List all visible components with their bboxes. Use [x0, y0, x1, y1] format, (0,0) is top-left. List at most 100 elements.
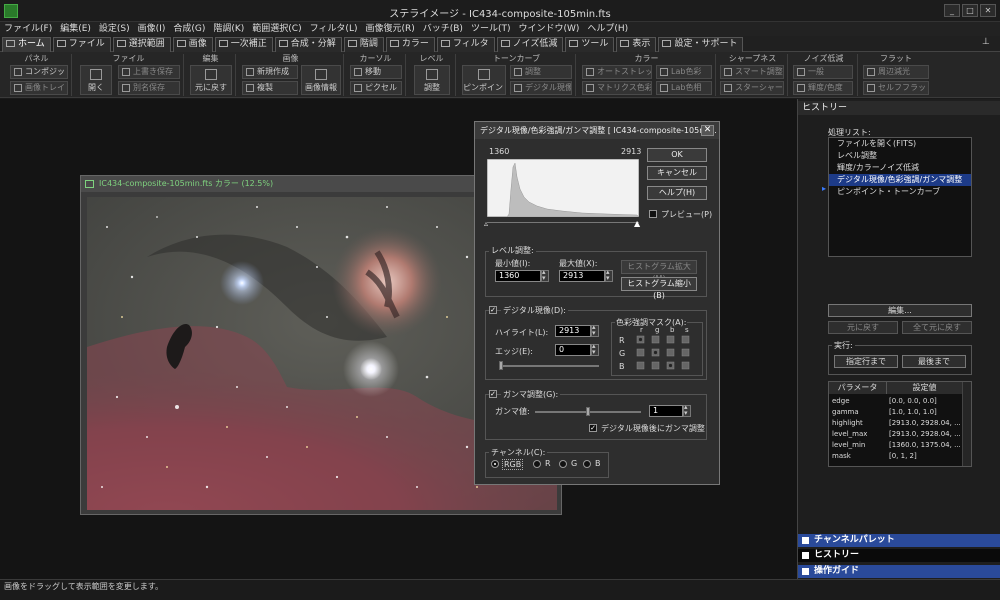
pixel-button[interactable]: ピクセル [350, 81, 402, 95]
max-input[interactable]: 2913 [559, 270, 605, 282]
duplicate-button[interactable]: 複製 [242, 81, 298, 95]
noise-general-button[interactable]: 一般 [793, 65, 853, 79]
menu-file[interactable]: ファイル(F) [0, 22, 56, 36]
min-handle-icon[interactable]: ▵ [484, 219, 488, 228]
menu-filter[interactable]: フィルタ(L) [306, 22, 362, 36]
list-item[interactable]: 輝度/カラーノイズ低減 [829, 162, 971, 174]
preview-checkbox[interactable] [649, 210, 657, 218]
min-input[interactable]: 1360 [495, 270, 541, 282]
table-row[interactable]: level_max [2913.0, 2928.04, ... [829, 429, 963, 440]
histogram[interactable] [487, 159, 639, 217]
pinpoint-button[interactable]: ピンポイント [462, 65, 506, 95]
max-handle-icon[interactable]: ▲ [634, 219, 640, 228]
menu-selection[interactable]: 範囲選択(C) [248, 22, 305, 36]
channel-b-radio[interactable] [583, 460, 591, 468]
tab-settings-support[interactable]: 設定・サポート [658, 37, 744, 52]
tab-noise[interactable]: ノイズ低減 [496, 37, 564, 52]
self-flat-button[interactable]: セルフフラット [863, 81, 929, 95]
tab-file[interactable]: ファイル [52, 37, 111, 52]
tab-tone[interactable]: 階調 [343, 37, 384, 52]
auto-stretch-button[interactable]: オートストレッチ [582, 65, 652, 79]
table-row[interactable]: highlight [2913.0, 2928.04, ... [829, 418, 963, 429]
menu-batch[interactable]: バッチ(B) [419, 22, 467, 36]
tab-tools[interactable]: ツール [565, 37, 615, 52]
minimize-button[interactable]: _ [944, 4, 960, 17]
run-to-line-button[interactable]: 指定行まで [834, 355, 898, 368]
parameter-table[interactable]: パラメータ 設定値 edge [0.0, 0.0, 0.0] gamma [1.0,… [828, 381, 972, 467]
save-as-button[interactable]: 別名保存 [118, 81, 180, 95]
list-item[interactable]: ファイルを開く(FITS) [829, 138, 971, 150]
gamma-slider-thumb[interactable] [586, 407, 590, 416]
overwrite-save-button[interactable]: 上書き保存 [118, 65, 180, 79]
gamma-spinner[interactable] [683, 403, 691, 417]
table-row[interactable]: level_min [1360.0, 1375.04, ... [829, 440, 963, 451]
open-button[interactable]: 開く [80, 65, 112, 95]
hist-expand-button[interactable]: ヒストグラム拡大(M) [621, 260, 697, 283]
star-sharp-button[interactable]: スターシャープ [720, 81, 784, 95]
column-header[interactable]: 設定値 [887, 382, 963, 394]
pin-icon[interactable]: ⊥ [982, 37, 990, 47]
tab-selection[interactable]: 選択範囲 [112, 37, 171, 52]
undo-all-button[interactable]: 全て元に戻す [902, 321, 972, 334]
color-mask-grid[interactable] [635, 334, 699, 374]
menu-image[interactable]: 画像(I) [134, 22, 170, 36]
image-tray-button[interactable]: 画像トレイ [10, 81, 68, 95]
channel-g-radio[interactable] [559, 460, 567, 468]
gamma-after-checkbox[interactable]: ✓ [589, 424, 597, 432]
table-scrollbar[interactable] [962, 382, 971, 466]
table-row[interactable]: gamma [1.0, 1.0, 1.0] [829, 407, 963, 418]
digital-development-dialog[interactable]: デジタル現像/色彩強調/ガンマ調整 [ IC434-composite-105m… [474, 121, 720, 485]
edge-input[interactable]: 0 [555, 344, 591, 356]
menu-edit[interactable]: 編集(E) [56, 22, 95, 36]
min-spinner[interactable] [541, 268, 549, 282]
matrix-color-button[interactable]: マトリクス色彩 [582, 81, 652, 95]
dialog-close-icon[interactable]: ✕ [701, 125, 714, 136]
channel-r-radio[interactable] [533, 460, 541, 468]
tab-composite[interactable]: 合成・分解 [274, 37, 342, 52]
vignette-button[interactable]: 周辺減光 [863, 65, 929, 79]
menu-tools[interactable]: ツール(T) [467, 22, 515, 36]
edit-button[interactable]: 編集... [828, 304, 972, 317]
ok-button[interactable]: OK [647, 148, 707, 162]
tab-view[interactable]: 表示 [616, 37, 657, 52]
composite-button[interactable]: コンポジット [10, 65, 68, 79]
edge-slider-thumb[interactable] [499, 361, 503, 370]
list-item-selected[interactable]: デジタル現像/色彩強調/ガンマ調整 [829, 174, 971, 186]
tab-filter[interactable]: フィルタ [436, 37, 495, 52]
channel-rgb-radio[interactable] [491, 460, 499, 468]
highlight-input[interactable]: 2913 [555, 325, 591, 337]
lab-hue-button[interactable]: Lab色相 [656, 81, 712, 95]
digital-checkbox[interactable]: ✓ [489, 306, 497, 314]
move-button[interactable]: 移動 [350, 65, 402, 79]
maximize-button[interactable]: □ [962, 4, 978, 17]
luma-color-noise-button[interactable]: 輝度/色度 [793, 81, 853, 95]
dialog-titlebar[interactable]: デジタル現像/色彩強調/ガンマ調整 [ IC434-composite-105m… [475, 122, 719, 139]
tab-primary-correction[interactable]: 一次補正 [214, 37, 273, 52]
menu-settings[interactable]: 設定(S) [95, 22, 134, 36]
level-adjust-button[interactable]: 調整 [414, 65, 450, 95]
tone-adjust-button[interactable]: 調整 [510, 65, 572, 79]
edge-spinner[interactable] [591, 342, 599, 356]
menu-composite[interactable]: 合成(G) [169, 22, 209, 36]
menu-window[interactable]: ウインドウ(W) [514, 22, 583, 36]
undo-history-button[interactable]: 元に戻す [828, 321, 898, 334]
new-image-button[interactable]: 新規作成 [242, 65, 298, 79]
cancel-button[interactable]: キャンセル [647, 166, 707, 180]
run-to-end-button[interactable]: 最後まで [902, 355, 966, 368]
highlight-spinner[interactable] [591, 323, 599, 337]
menu-help[interactable]: ヘルプ(H) [583, 22, 632, 36]
digital-development-button[interactable]: デジタル現像 [510, 81, 572, 95]
list-item[interactable]: ピンポイント・トーンカーブ [829, 186, 971, 198]
lab-color-button[interactable]: Lab色彩 [656, 65, 712, 79]
tab-home[interactable]: ホーム [2, 37, 51, 52]
gamma-checkbox[interactable]: ✓ [489, 390, 497, 398]
edge-slider-track[interactable] [499, 365, 599, 367]
tab-image[interactable]: 画像 [172, 37, 213, 52]
list-item[interactable]: レベル調整 [829, 150, 971, 162]
process-list[interactable]: ファイルを開く(FITS) レベル調整 輝度/カラーノイズ低減 デジタル現像/色… [828, 137, 972, 257]
menu-tone[interactable]: 階調(K) [209, 22, 248, 36]
smart-adjust-button[interactable]: スマート調整 [720, 65, 784, 79]
column-header[interactable]: パラメータ [829, 382, 887, 394]
max-spinner[interactable] [605, 268, 613, 282]
channel-palette-bar[interactable]: チャンネルパレット [798, 534, 1000, 547]
